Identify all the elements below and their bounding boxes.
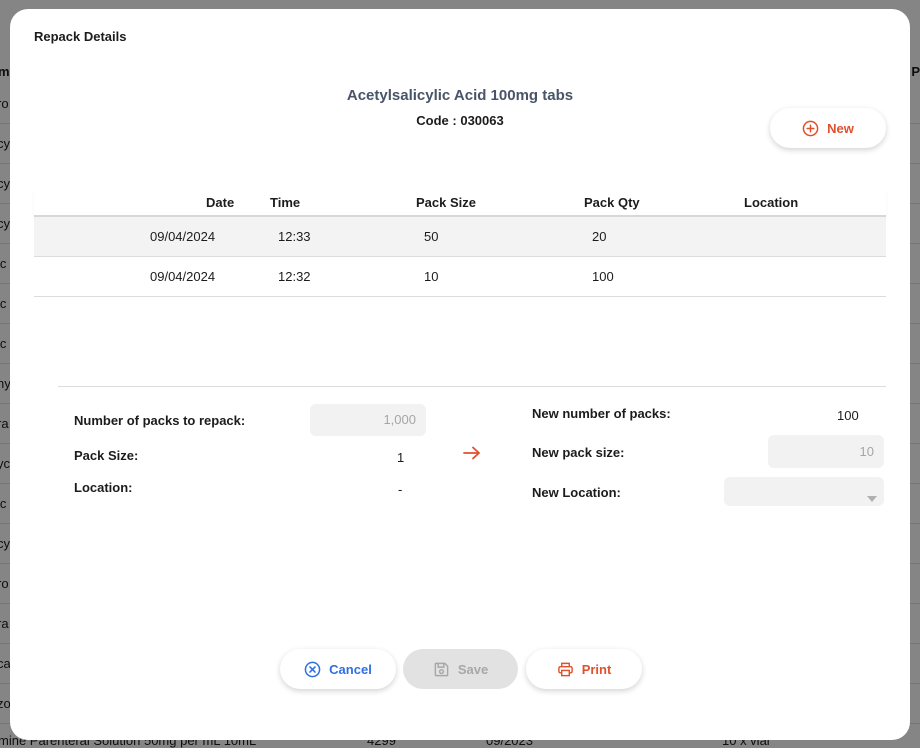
history-pack-size: 10 — [424, 269, 439, 284]
cancel-label: Cancel — [329, 661, 372, 677]
caret-down-icon — [867, 489, 877, 507]
save-label: Save — [457, 661, 489, 677]
section-divider — [58, 386, 886, 387]
print-button[interactable]: Print — [526, 649, 642, 689]
new-button-label: New — [827, 120, 854, 136]
location-label: Location: — [74, 480, 133, 495]
column-time: Time — [270, 195, 301, 210]
new-pack-size-label: New pack size: — [532, 445, 625, 460]
plus-circle-icon — [802, 120, 819, 137]
location-value: - — [398, 482, 403, 497]
modal-title: Repack Details — [34, 29, 127, 44]
history-pack-qty: 20 — [592, 229, 607, 244]
history-time: 12:32 — [278, 269, 311, 284]
history-date: 09/04/2024 — [150, 229, 216, 244]
new-repack-button[interactable]: New — [770, 108, 886, 148]
new-location-select[interactable] — [724, 477, 884, 506]
new-pack-size-input[interactable]: 10 — [768, 435, 884, 468]
column-date: Date — [206, 195, 235, 210]
packs-to-repack-input[interactable]: 1,000 — [310, 404, 426, 436]
close-circle-icon — [304, 661, 321, 678]
save-disk-icon — [433, 661, 450, 678]
cancel-button[interactable]: Cancel — [280, 649, 396, 689]
pack-size-value: 1 — [397, 450, 405, 465]
history-pack-qty: 100 — [592, 269, 614, 284]
new-location-label: New Location: — [532, 485, 621, 500]
history-row[interactable]: 09/04/2024 12:33 50 20 — [34, 217, 886, 257]
history-row[interactable]: 09/04/2024 12:32 10 100 — [34, 257, 886, 297]
arrow-right-icon — [462, 445, 482, 466]
printer-icon — [557, 661, 574, 678]
pack-size-label: Pack Size: — [74, 448, 139, 463]
column-pack-qty: Pack Qty — [584, 195, 640, 210]
new-packs-value: 100 — [837, 408, 859, 423]
history-pack-size: 50 — [424, 229, 439, 244]
history-time: 12:33 — [278, 229, 311, 244]
packs-to-repack-label: Number of packs to repack: — [74, 413, 246, 428]
repack-details-modal: Repack Details Acetylsalicylic Acid 100m… — [10, 9, 910, 740]
column-pack-size: Pack Size — [416, 195, 476, 210]
column-location: Location — [744, 195, 799, 210]
print-label: Print — [581, 661, 612, 677]
new-packs-label: New number of packs: — [532, 406, 671, 421]
history-date: 09/04/2024 — [150, 269, 216, 284]
history-table-header: Date Time Pack Size Pack Qty Location — [34, 191, 886, 217]
product-name: Acetylsalicylic Acid 100mg tabs — [346, 87, 574, 104]
save-button[interactable]: Save — [403, 649, 518, 689]
